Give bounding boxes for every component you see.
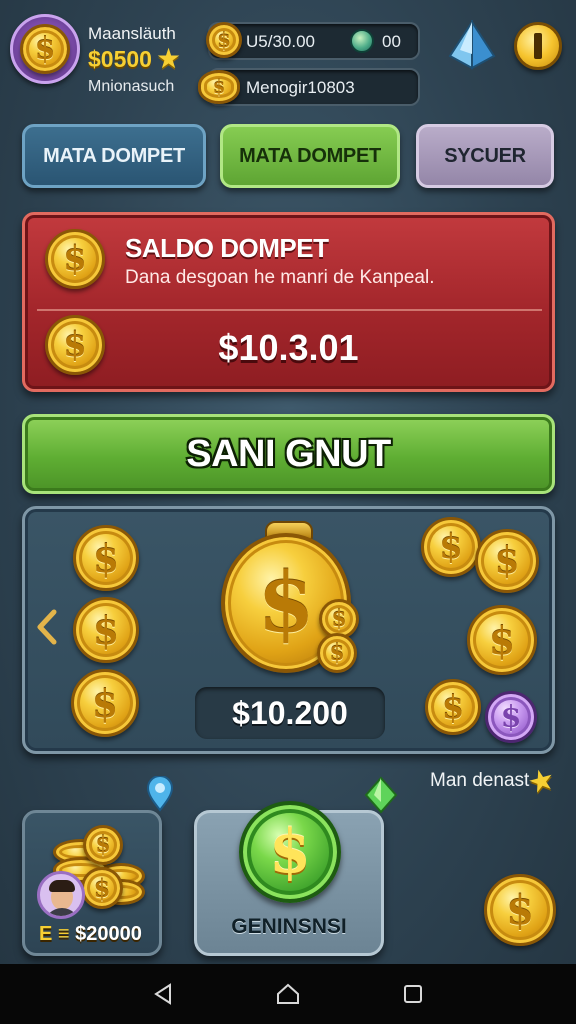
dollar-coin-icon[interactable]: $ — [467, 605, 537, 675]
avatar-hair — [49, 880, 75, 892]
dollar-coin-icon[interactable]: $ — [73, 597, 139, 663]
dollar-coin-icon[interactable]: $ — [475, 529, 539, 593]
player-avatar-badge[interactable]: $ — [10, 14, 80, 84]
dollar-coin-icon[interactable]: $ — [484, 874, 556, 946]
coin-stack-card[interactable]: $ $ E ≡ $20000 — [22, 810, 162, 956]
player-subtitle: Mnionasuch — [88, 78, 175, 95]
dollar-coin-icon: $ — [81, 867, 123, 909]
coin-board: $ $ $ $ $ $ $10.200 $ $ $ $ $ — [22, 506, 555, 754]
avatar-body — [44, 908, 80, 916]
dollar-coin-icon[interactable]: $ — [425, 679, 481, 735]
stack-value-prefix: E ≡ — [39, 923, 70, 945]
tab-mata-dompet-1[interactable]: MATA DOMPET — [22, 124, 206, 188]
coin-board-total-value: $10.200 — [232, 694, 348, 731]
dollar-coin-icon[interactable]: $ — [421, 517, 481, 577]
wallet-description: Dana desgoan he manri de Kanpeal. — [125, 267, 435, 288]
stack-value-amount: $20000 — [75, 923, 142, 945]
dollar-coin-icon: $ — [45, 229, 105, 289]
message-counter-value: Menogir10803 — [246, 78, 355, 97]
system-navigation-bar — [0, 964, 576, 1024]
geninsnsi-card[interactable]: $ GENINSNSI — [194, 801, 384, 956]
crystal-icon[interactable] — [446, 18, 502, 70]
star-icon: ★ — [156, 43, 182, 74]
tab-mata-dompet-2[interactable]: MATA DOMPET — [220, 124, 400, 188]
tab-label: SYCUER — [444, 144, 526, 167]
divider — [37, 309, 542, 311]
triangle-back-icon[interactable] — [143, 974, 183, 1014]
player-gold: $0500 — [88, 46, 152, 72]
gems-counter-value: 00 — [382, 32, 401, 51]
player-name: Maansläuth — [88, 24, 176, 43]
home-icon[interactable] — [268, 974, 308, 1014]
dollar-coin-icon: $ — [83, 825, 123, 865]
location-pin-icon — [145, 775, 175, 812]
message-counter[interactable]: $ Menogir10803 — [198, 68, 420, 106]
gem-icon — [350, 29, 374, 53]
coins-counter-value: U5/30.00 — [246, 32, 315, 51]
wallet-balance-value: $10.3.01 — [218, 327, 359, 368]
stack-value: E ≡ $20000 — [39, 923, 142, 946]
green-gem-icon — [362, 776, 400, 814]
green-dollar-coin-icon: $ — [239, 801, 341, 903]
dollar-coin-icon: $ — [317, 633, 357, 673]
wallet-title: SALDO DOMPET — [125, 233, 329, 263]
coin-stack-icon: $ — [198, 70, 240, 104]
tab-sycuer[interactable]: SYCUER — [416, 124, 554, 188]
geninsnsi-label: GENINSNSI — [231, 915, 347, 938]
sani-gnut-button[interactable]: SANI GNUT — [22, 414, 555, 494]
square-recent-icon[interactable] — [393, 974, 433, 1014]
side-note-label: Man denast — [430, 770, 530, 791]
wallet-balance-panel: $ SALDO DOMPET Dana desgoan he manri de … — [22, 212, 555, 392]
dollar-coin-icon: $ — [20, 24, 70, 74]
chevron-left-icon[interactable] — [33, 605, 61, 649]
sani-gnut-label: SANI GNUT — [186, 432, 391, 475]
coins-counter[interactable]: $ U5/30.00 00 — [206, 22, 420, 60]
coin-board-total: $10.200 — [195, 687, 385, 739]
coin-bag-icon[interactable]: $ $ $ — [221, 521, 359, 673]
dollar-coin-icon[interactable]: $ — [71, 669, 139, 737]
info-button[interactable] — [514, 22, 562, 70]
avatar[interactable] — [37, 871, 85, 919]
tab-label: MATA DOMPET — [43, 144, 185, 167]
dollar-coin-icon: $ — [206, 22, 242, 58]
dollar-coin-icon[interactable]: $ — [73, 525, 139, 591]
purple-dollar-coin-icon[interactable]: $ — [485, 691, 537, 743]
info-icon — [534, 33, 542, 59]
star-icon[interactable]: ★ — [524, 761, 559, 802]
tab-label: MATA DOMPET — [239, 144, 381, 167]
